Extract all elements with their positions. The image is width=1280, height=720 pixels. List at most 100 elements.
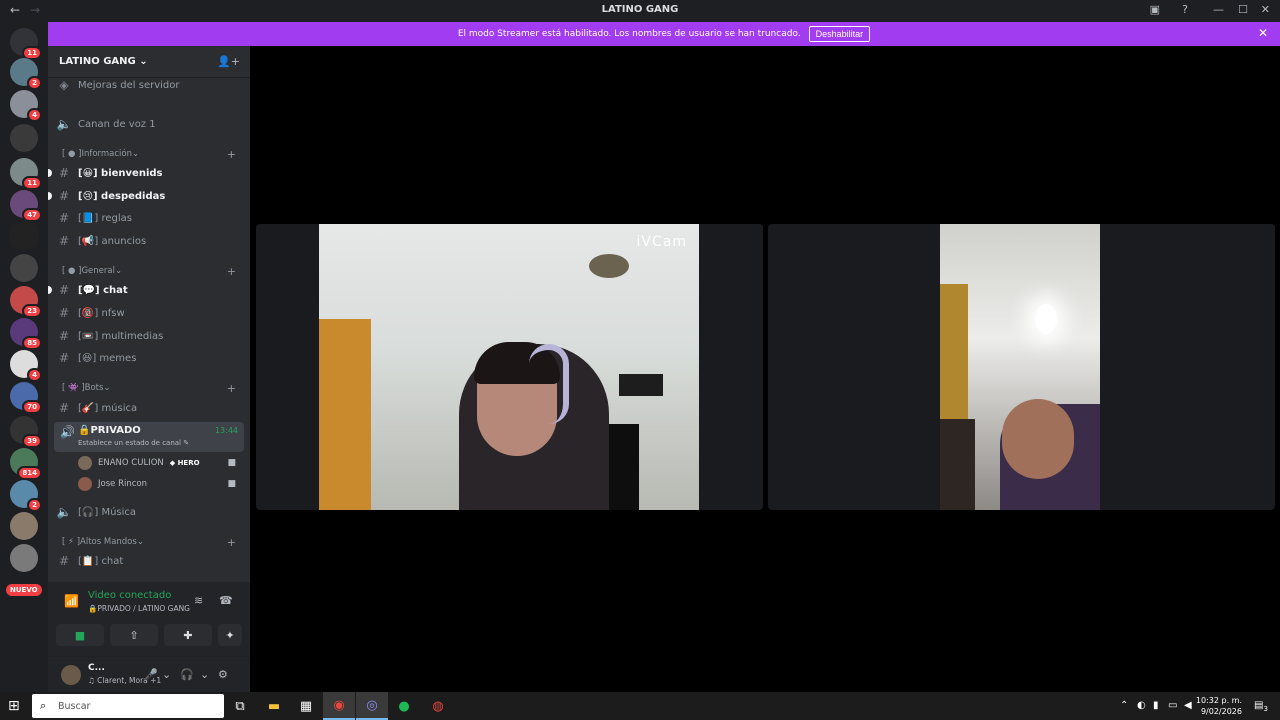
video-tile-1[interactable]: iVCam	[256, 224, 763, 510]
store-icon[interactable]: ▦	[290, 692, 322, 720]
category-general[interactable]: [ ● ] General ⌄ +	[62, 263, 242, 279]
spotify-icon[interactable]: ●	[388, 692, 420, 720]
server-icon[interactable]: 23	[10, 286, 42, 318]
text-channel-memes[interactable]: # [😆] memes	[54, 348, 244, 368]
screen-share-button[interactable]: ⇧	[110, 624, 158, 646]
server-list: 11 2 4 11 47 23 85 4 70 39 814 2 NUEVO	[0, 22, 48, 692]
file-explorer-icon[interactable]: ▬	[258, 692, 290, 720]
text-channel-despedidas[interactable]: # [😢] despedidas	[48, 186, 244, 206]
text-channel-musica[interactable]: # [🎸] música	[54, 398, 244, 418]
settings-gear-icon[interactable]: ⚙	[218, 668, 228, 681]
headphones-icon[interactable]: 🎧	[180, 668, 194, 681]
activities-button[interactable]: ✚	[164, 624, 212, 646]
camera-button[interactable]: ■	[56, 624, 104, 646]
voice-user-1[interactable]: ENANO CULION ◆ HERO ■	[78, 454, 238, 472]
discord-icon[interactable]: ◎	[356, 692, 388, 720]
minimize-icon[interactable]: —	[1213, 3, 1224, 16]
noise-suppression-icon[interactable]: ≋	[194, 594, 203, 607]
text-channel-anuncios[interactable]: # [📢] anuncios	[54, 231, 244, 251]
taskbar-search[interactable]: ⌕ Buscar	[32, 694, 224, 718]
voice-status[interactable]: Video conectado	[88, 590, 171, 601]
server-icon[interactable]: 814	[10, 448, 42, 480]
channel-label: [🎸] música	[78, 402, 138, 414]
category-bots[interactable]: [ 👾 ] Bots ⌄ +	[62, 380, 242, 396]
guild-badge: 814	[17, 466, 42, 480]
channel-label: [📢] anuncios	[78, 235, 147, 247]
user-name[interactable]: C...	[88, 663, 105, 673]
speaker-icon: 🔈	[56, 505, 72, 519]
text-channel-nfsw[interactable]: # [🔞] nfsw	[54, 303, 244, 323]
server-icon[interactable]: 2	[10, 58, 42, 90]
close-banner-icon[interactable]: ✕	[1258, 26, 1268, 40]
volume-icon[interactable]: ◀	[1184, 700, 1192, 711]
inbox-icon[interactable]: ▣	[1150, 3, 1160, 16]
server-boosts-item[interactable]: ◈ Mejoras del servidor	[54, 75, 244, 95]
voice-user-2[interactable]: Jose Rincon ■	[78, 475, 238, 493]
headset-shape	[529, 344, 569, 424]
server-icon[interactable]	[10, 124, 38, 152]
maximize-icon[interactable]: ☐	[1238, 3, 1248, 16]
server-icon[interactable]: 4	[10, 350, 42, 382]
channel-status-prompt[interactable]: Establece un estado de canal ✎	[78, 439, 189, 447]
curtain-shape	[940, 284, 968, 434]
notification-icon[interactable]: ▤3	[1254, 700, 1268, 713]
voice-channel-path[interactable]: 🔒PRIVADO / LATINO GANG	[88, 604, 190, 613]
server-icon[interactable]	[10, 512, 38, 540]
disconnect-icon[interactable]: ☎	[219, 594, 233, 607]
hash-icon: #	[58, 234, 70, 248]
text-channel-multimedias[interactable]: # [📼] multimedias	[54, 326, 244, 346]
help-icon[interactable]: ?	[1182, 3, 1188, 16]
system-clock[interactable]: 10:32 p. m. 9/02/2026	[1196, 695, 1242, 717]
tray-app-icon[interactable]: ◐	[1137, 700, 1146, 711]
server-icon[interactable]	[10, 254, 38, 282]
hash-icon: #	[58, 329, 70, 343]
server-icon[interactable]	[10, 544, 38, 572]
server-icon[interactable]: 4	[10, 90, 42, 122]
server-icon[interactable]: 70	[10, 382, 42, 414]
server-icon[interactable]: 39	[10, 416, 42, 448]
chevron-down-icon[interactable]: ⌄	[162, 668, 171, 681]
network-icon[interactable]: ▭	[1168, 700, 1177, 711]
server-icon[interactable]: 47	[10, 190, 42, 222]
user-avatar[interactable]	[61, 665, 81, 685]
app-icon[interactable]: ◍	[422, 692, 454, 720]
disable-streamer-button[interactable]: Deshabilitar	[808, 26, 871, 42]
chevron-down-icon[interactable]: ⌄	[200, 668, 209, 681]
add-channel-icon[interactable]: +	[227, 382, 236, 395]
guild-badge: 2	[27, 76, 42, 90]
text-channel-reglas[interactable]: # [📘] reglas	[54, 208, 244, 228]
voice-channel-privado[interactable]: 🔊 🔒PRIVADO Establece un estado de canal …	[54, 422, 244, 452]
category-label: Bots	[84, 383, 104, 393]
server-icon[interactable]: 11	[10, 158, 42, 190]
windows-taskbar: ⊞ ⌕ Buscar ⧉ ▬ ▦ ◉ ◎ ● ◍ ⌃ ◐ ▮ ▭ ◀ 10:32…	[0, 692, 1280, 720]
add-channel-icon[interactable]: +	[227, 536, 236, 549]
server-icon[interactable]: 2	[10, 480, 42, 512]
microphone-icon[interactable]: 🎤	[144, 668, 158, 681]
category-altos-mandos[interactable]: [ ⚡ ] Altos Mandos ⌄ +	[62, 534, 242, 550]
add-channel-icon[interactable]: +	[227, 148, 236, 161]
tray-chevron-icon[interactable]: ⌃	[1120, 700, 1128, 711]
task-view-icon[interactable]: ⧉	[224, 692, 256, 720]
signal-icon[interactable]: 📶	[64, 594, 79, 608]
channel-sidebar: LATINO GANG ⌄ 👤+ ◈ Mejoras del servidor 🔈…	[48, 46, 250, 692]
category-informacion[interactable]: [ ● ] Información ⌄ +	[62, 146, 242, 162]
close-window-icon[interactable]: ✕	[1261, 3, 1270, 16]
text-channel-chat-2[interactable]: # [📋] chat	[54, 551, 244, 571]
server-icon[interactable]: 85	[10, 318, 42, 350]
home-dm-icon[interactable]: 11	[10, 28, 42, 60]
invite-people-icon[interactable]: 👤+	[217, 55, 240, 68]
server-header[interactable]: LATINO GANG ⌄ 👤+	[48, 46, 250, 78]
windows-start-icon[interactable]: ⊞	[8, 698, 20, 714]
text-channel-bienvenidos[interactable]: # [😀] bienvenids	[48, 163, 244, 183]
voice-channel-canan[interactable]: 🔈 Canan de voz 1	[54, 114, 244, 134]
guild-badge: 2	[27, 498, 42, 512]
add-channel-icon[interactable]: +	[227, 265, 236, 278]
microphone-tray-icon[interactable]: ▮	[1153, 700, 1159, 711]
server-icon-latino-gang[interactable]	[10, 222, 38, 250]
soundboard-button[interactable]: ✦	[218, 624, 242, 646]
server-name[interactable]: LATINO GANG ⌄	[59, 56, 148, 67]
text-channel-chat[interactable]: # [💬] chat	[48, 280, 244, 300]
video-tile-2[interactable]	[768, 224, 1275, 510]
voice-channel-musica[interactable]: 🔈 [🎧] Música	[54, 502, 244, 522]
chrome-icon[interactable]: ◉	[323, 692, 355, 720]
